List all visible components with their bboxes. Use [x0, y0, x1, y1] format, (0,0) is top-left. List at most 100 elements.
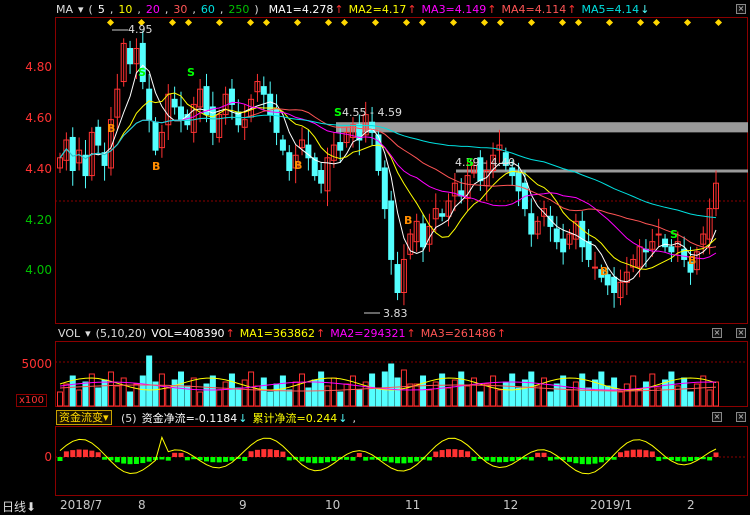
flow-bar: [458, 449, 464, 457]
volume-bar: [623, 383, 630, 407]
flow-bar: [414, 457, 420, 462]
volume-bar: [235, 387, 242, 407]
down-arrow-icon: ⬇: [26, 500, 37, 514]
flow-bar: [140, 457, 146, 464]
ma2-line: [59, 92, 717, 270]
event-marker: [480, 18, 489, 27]
period-selector[interactable]: 日线⬇: [2, 498, 36, 515]
event-marker: [418, 18, 427, 27]
close-pane-button[interactable]: ×: [736, 4, 746, 14]
candle-body: [420, 223, 427, 248]
close-pane-button[interactable]: ×: [712, 328, 722, 338]
event-marker: [496, 18, 505, 27]
flow-bar: [102, 457, 108, 460]
flow-y-tick: 0: [44, 450, 52, 464]
volume-bar: [228, 373, 235, 407]
ma1-line: [59, 64, 717, 283]
x-axis-label: 12: [503, 498, 519, 512]
volume-bar: [591, 379, 598, 407]
candle-body: [279, 139, 286, 151]
event-marker: [168, 18, 177, 27]
flow-bar: [95, 452, 101, 457]
flow-bar: [229, 457, 235, 461]
candle-body: [553, 228, 560, 243]
flow-bar: [254, 449, 260, 457]
volume-bar: [369, 373, 376, 407]
flow-bar: [76, 449, 82, 457]
indicator-select-flow[interactable]: 资金流变▾: [56, 410, 112, 425]
flow-bar: [617, 452, 623, 457]
volume-bar: [490, 375, 497, 407]
price-chart[interactable]: [0, 0, 750, 515]
flow-bar: [484, 457, 490, 461]
volume-bar: [521, 379, 528, 407]
flow-bar: [592, 457, 598, 464]
volume-bar: [324, 385, 331, 407]
volume-bar: [375, 387, 382, 407]
candle-body: [318, 170, 325, 184]
flow-bar: [433, 451, 439, 457]
volume-bar: [553, 383, 560, 407]
sell-signal-marker: S: [187, 66, 195, 79]
event-marker: [402, 18, 411, 27]
volume-bar: [330, 377, 337, 407]
event-marker: [574, 18, 583, 27]
flow-bar: [305, 457, 311, 463]
volume-bar: [413, 383, 420, 407]
flow-params: (5): [121, 411, 137, 425]
close-pane-button[interactable]: ×: [712, 412, 722, 422]
flow-bar: [165, 457, 171, 461]
x-axis-label: 2019/1: [590, 498, 633, 512]
candle-body: [528, 213, 535, 235]
close-pane-button[interactable]: ×: [736, 412, 746, 422]
volume-bar: [311, 379, 318, 407]
candle-body: [668, 246, 675, 253]
flow-bar: [611, 457, 617, 460]
buy-signal-marker: B: [152, 160, 161, 173]
event-marker: [605, 18, 614, 27]
x-axis-label: 8: [138, 498, 146, 512]
flow-bar: [496, 457, 502, 463]
vol-ma1-value: MA1=363862: [239, 326, 316, 340]
flow-bar: [382, 457, 388, 462]
candle-body: [611, 276, 618, 293]
volume-bar: [693, 383, 700, 407]
close-pane-button[interactable]: ×: [736, 328, 746, 338]
resistance-zone-label: 4.55 - 4.59: [342, 106, 402, 119]
flow-bar: [407, 457, 413, 463]
volume-bar: [515, 387, 522, 407]
candle-body: [273, 109, 280, 133]
volume-bar: [114, 385, 121, 407]
flow-bar: [274, 450, 280, 457]
sell-signal-marker: S: [670, 228, 678, 241]
event-marker: [636, 18, 645, 27]
flow-bar: [280, 451, 286, 457]
flow-bar: [248, 451, 254, 457]
flow-bar: [63, 451, 69, 457]
buy-signal-marker: B: [600, 265, 609, 278]
volume-bar: [107, 371, 114, 407]
candle-body: [579, 220, 586, 248]
flow-bar: [203, 457, 209, 462]
candle-body: [286, 152, 293, 171]
flow-bar: [490, 457, 496, 462]
candle-body: [178, 106, 185, 121]
flow-bar: [426, 457, 432, 461]
candle-body: [260, 86, 267, 95]
flow-bar: [89, 450, 95, 457]
event-marker: [184, 18, 193, 27]
cum-flow-value: 累计净流=0.244: [252, 412, 338, 425]
vol-ma3-value: MA3=261486: [420, 326, 496, 340]
flow-bar: [127, 457, 133, 465]
volume-bar: [260, 377, 267, 407]
volume-bar: [76, 389, 83, 407]
flow-bar: [503, 457, 509, 463]
flow-bar: [656, 457, 662, 461]
indicator-select-vol[interactable]: VOL ▾: [58, 327, 91, 340]
candle-body: [95, 126, 102, 146]
volume-bar: [165, 387, 172, 407]
flow-bar: [299, 457, 305, 462]
flow-bar: [713, 452, 719, 457]
volume-bar: [706, 389, 713, 407]
event-marker: [527, 18, 536, 27]
